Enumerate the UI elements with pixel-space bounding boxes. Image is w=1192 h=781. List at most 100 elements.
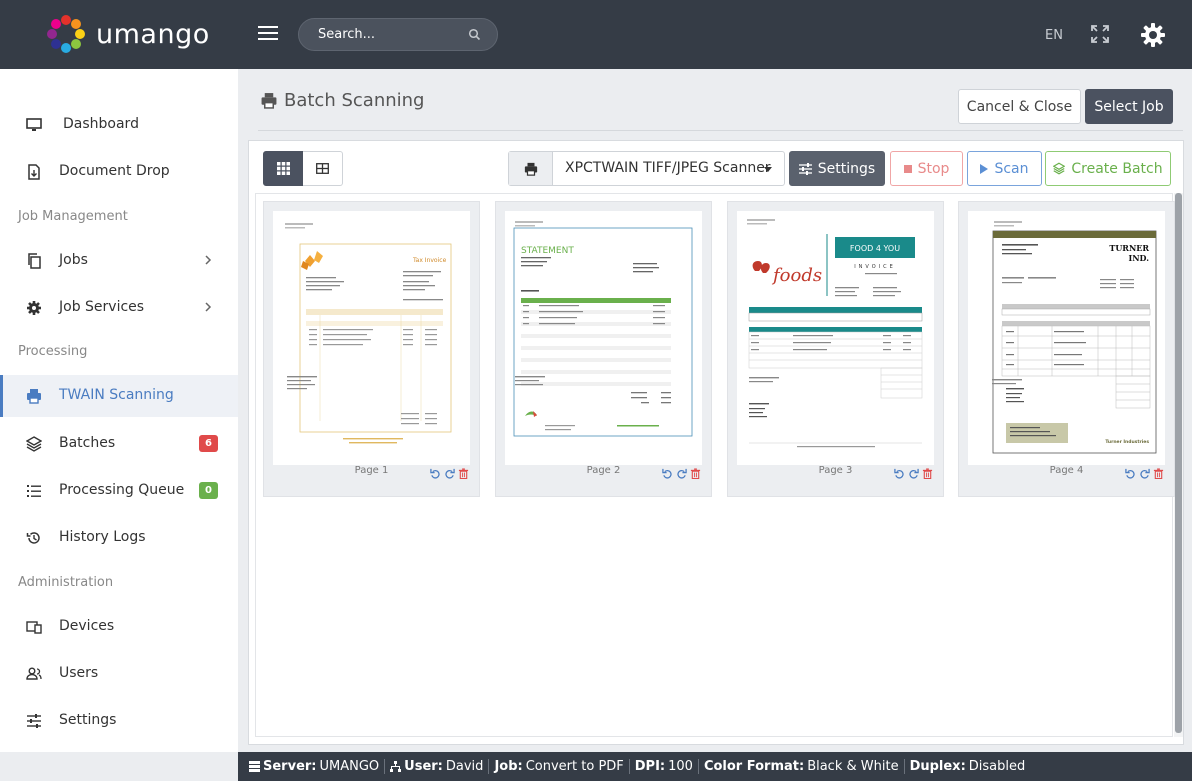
trash-icon[interactable] [922,468,933,479]
page-title: Batch Scanning [260,90,424,111]
stop-icon [903,164,912,173]
sidebar-item-processing-queue[interactable]: Processing Queue 0 [0,470,238,512]
page4-company2: IND. [1129,253,1150,263]
sidebar-item-settings[interactable]: Settings [0,700,238,742]
table-icon [316,163,329,174]
page-card[interactable]: foods FOOD 4 YOU INVOICE Page 3 [727,201,944,497]
rotate-right-icon[interactable] [444,468,455,479]
page-card[interactable]: STATEMENT Page 2 [495,201,712,497]
scan-button-label: Scan [994,160,1029,177]
rotate-left-icon[interactable] [662,468,673,479]
play-icon [980,163,989,174]
status-user-value: David [445,759,484,774]
rotate-right-icon[interactable] [676,468,687,479]
status-duplex-label: Duplex: [909,759,966,774]
create-batch-button[interactable]: Create Batch [1045,151,1171,186]
queue-count-badge: 0 [199,482,218,499]
cancel-close-button[interactable]: Cancel & Close [958,89,1081,124]
sidebar-item-batches[interactable]: Batches 6 [0,423,238,465]
sidebar-item-document-drop[interactable]: Document Drop [0,151,238,193]
page-card[interactable]: Tax Invoice Page 1 [263,201,480,497]
sidebar-item-jobs[interactable]: Jobs [0,240,238,282]
sidebar-item-label: Batches [59,435,116,451]
sidebar-item-label: Processing Queue [59,482,185,498]
settings-button-label: Settings [817,160,876,177]
foods-invoice-thumbnail-3: foods FOOD 4 YOU INVOICE [747,219,923,448]
sidebar-item-label: Dashboard [63,116,139,132]
rotate-right-icon[interactable] [908,468,919,479]
trash-icon[interactable] [1153,468,1164,479]
sidebar-item-label: Job Services [59,299,145,315]
status-server-value: UMANGO [319,759,380,774]
status-dpi: DPI: 100 [630,759,699,774]
users-icon [26,667,42,680]
fullscreen-icon[interactable] [1090,24,1110,44]
scanner-select[interactable]: XPCTWAIN TIFF/JPEG Scanner [508,151,785,186]
file-drop-icon [28,164,40,180]
settings-gear-icon[interactable] [1140,22,1166,48]
divider [258,130,1183,131]
section-heading-job-management: Job Management [18,209,128,224]
scrollbar[interactable] [1174,193,1183,737]
page-actions [430,468,469,479]
page3-brand: foods [771,265,822,286]
sidebar-item-dashboard[interactable]: Dashboard [0,104,238,146]
language-selector[interactable]: EN [1045,28,1063,43]
grid-view-button[interactable] [263,151,303,186]
rotate-left-icon[interactable] [430,468,441,479]
page-card[interactable]: TURNER IND. Turner Industries Page 4 [958,201,1175,497]
page3-subtitle: INVOICE [854,264,896,270]
devices-icon [26,621,42,634]
scrollbar-thumb[interactable] [1175,193,1182,733]
stop-button[interactable]: Stop [890,151,963,186]
status-bar: Server: UMANGO User: David Job: Convert … [238,752,1192,781]
sliders-icon [27,714,41,728]
chevron-right-icon [205,255,212,265]
sidebar-item-devices[interactable]: Devices [0,606,238,648]
batches-count-badge: 6 [199,435,218,452]
trash-icon[interactable] [458,468,469,479]
menu-toggle-icon[interactable] [258,26,278,42]
user-network-icon [390,761,402,772]
monitor-icon [26,118,42,131]
history-icon [26,532,40,544]
printer-icon [261,93,277,109]
scanner-settings-button[interactable]: Settings [789,151,885,186]
page-thumbnail[interactable]: TURNER IND. Turner Industries [968,211,1165,465]
sidebar-item-twain-scanning[interactable]: TWAIN Scanning [0,375,238,417]
list-icon [27,485,41,497]
view-toggle [263,151,343,186]
status-job-value: Convert to PDF [525,759,624,774]
sliders-icon [798,162,812,175]
turner-invoice-thumbnail-4: TURNER IND. Turner Industries [992,221,1157,454]
scan-button[interactable]: Scan [967,151,1042,186]
layers-icon [26,436,42,452]
sidebar-item-users[interactable]: Users [0,653,238,695]
invoice-thumbnail-1: Tax Invoice [285,223,452,444]
trash-icon[interactable] [690,468,701,479]
status-user: User: David [385,759,490,774]
rotate-left-icon[interactable] [1125,468,1136,479]
select-job-button[interactable]: Select Job [1085,89,1173,124]
status-color-format: Color Format: Black & White [699,759,905,774]
sidebar: Dashboard Document Drop Job Management J… [0,69,238,752]
status-color-label: Color Format: [703,759,805,774]
status-dpi-label: DPI: [634,759,666,774]
sidebar-item-history-logs[interactable]: History Logs [0,517,238,559]
page-thumbnail[interactable]: STATEMENT [505,211,702,465]
sidebar-item-label: Devices [59,618,115,634]
page-thumbnail[interactable]: foods FOOD 4 YOU INVOICE [737,211,934,465]
page1-title: Tax Invoice [412,257,447,264]
status-job-label: Job: [494,759,523,774]
search-input[interactable] [318,27,458,42]
rotate-left-icon[interactable] [894,468,905,479]
umango-logo[interactable]: umango [44,14,210,54]
large-view-button[interactable] [303,151,343,186]
sidebar-item-job-services[interactable]: Job Services [0,287,238,329]
page-thumbnail[interactable]: Tax Invoice [273,211,470,465]
rotate-right-icon[interactable] [1139,468,1150,479]
search-icon[interactable] [468,28,481,41]
create-batch-button-label: Create Batch [1071,160,1163,177]
page-actions [662,468,701,479]
sidebar-item-label: History Logs [59,529,146,545]
